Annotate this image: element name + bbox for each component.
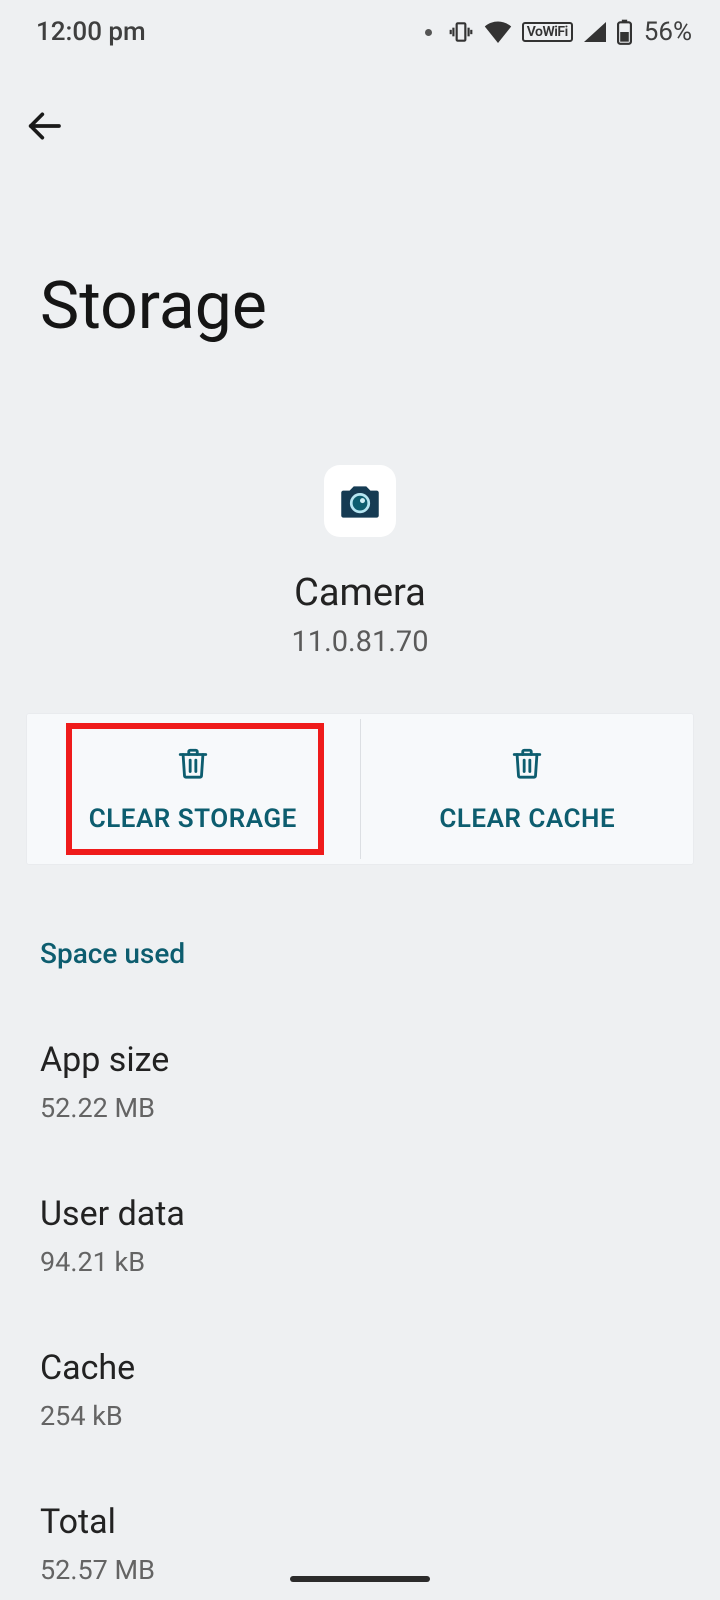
vowifi-icon: VoWiFi [522, 22, 573, 42]
wifi-icon [484, 21, 512, 43]
nav-handle[interactable] [290, 1576, 430, 1582]
arrow-left-icon [24, 106, 64, 146]
page-title: Storage [0, 148, 720, 345]
app-header: Camera 11.0.81.70 [0, 345, 720, 659]
section-header-space-used: Space used [0, 865, 720, 970]
signal-icon [583, 21, 607, 43]
row-total[interactable]: Total 52.57 MB [40, 1432, 680, 1586]
clear-cache-label: CLEAR CACHE [439, 804, 615, 834]
status-bar: 12:00 pm VoWiFi 56% [0, 0, 720, 64]
action-row: CLEAR STORAGE CLEAR CACHE [26, 713, 694, 865]
status-time: 12:00 pm [36, 17, 146, 47]
trash-icon [510, 745, 544, 788]
row-label: Cache [40, 1348, 680, 1388]
row-cache[interactable]: Cache 254 kB [40, 1278, 680, 1432]
clear-storage-label: CLEAR STORAGE [89, 804, 297, 834]
clear-cache-button[interactable]: CLEAR CACHE [361, 713, 695, 865]
row-value: 52.22 MB [40, 1092, 680, 1124]
app-icon [324, 465, 396, 537]
app-version: 11.0.81.70 [291, 625, 428, 659]
highlight-annotation [66, 723, 324, 855]
clear-storage-button[interactable]: CLEAR STORAGE [26, 713, 360, 865]
top-nav [0, 64, 720, 148]
row-user-data[interactable]: User data 94.21 kB [40, 1124, 680, 1278]
back-button[interactable] [22, 104, 66, 148]
row-app-size[interactable]: App size 52.22 MB [40, 970, 680, 1124]
space-used-list: App size 52.22 MB User data 94.21 kB Cac… [0, 970, 720, 1586]
row-label: User data [40, 1194, 680, 1234]
camera-icon [335, 476, 385, 526]
row-value: 94.21 kB [40, 1246, 680, 1278]
row-label: Total [40, 1502, 680, 1542]
trash-icon [176, 745, 210, 788]
battery-icon [617, 19, 632, 45]
notification-dot-icon [425, 29, 432, 36]
status-icons: VoWiFi 56% [425, 17, 692, 47]
row-label: App size [40, 1040, 680, 1080]
row-value: 254 kB [40, 1400, 680, 1432]
app-name: Camera [294, 571, 426, 615]
vibrate-icon [448, 19, 474, 45]
battery-percent: 56% [644, 17, 692, 47]
